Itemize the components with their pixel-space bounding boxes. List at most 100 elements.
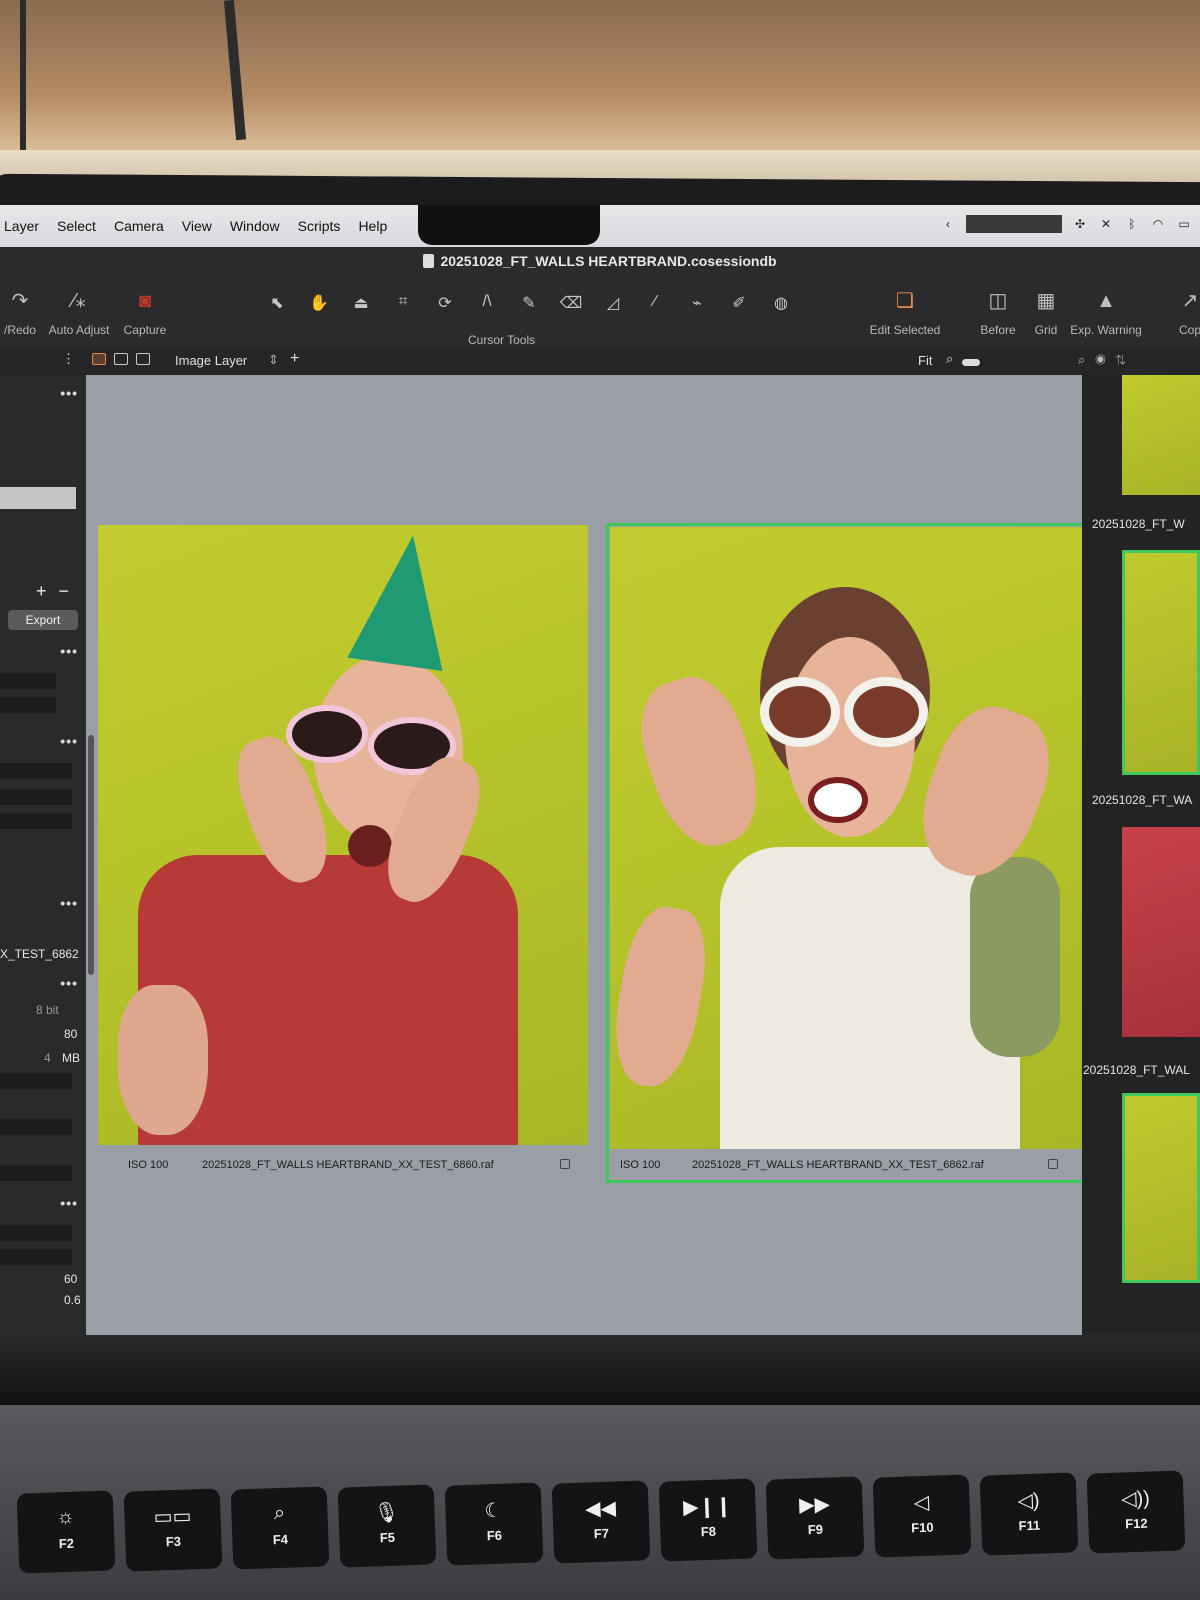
dropdown-row[interactable] bbox=[0, 813, 72, 829]
bit-depth-select[interactable]: 8 bit bbox=[36, 1003, 59, 1017]
dropdown-row[interactable] bbox=[0, 1073, 72, 1089]
key-f11[interactable]: ◁) F11 bbox=[979, 1472, 1079, 1556]
party-hat bbox=[347, 528, 461, 672]
annotate-tool-icon[interactable]: ✐ bbox=[722, 293, 756, 313]
mute-icon[interactable]: ✕ bbox=[1098, 217, 1114, 231]
thumbnail[interactable] bbox=[1122, 375, 1200, 495]
undo-redo-button[interactable]: ↷ /Redo bbox=[0, 289, 40, 337]
menu-help[interactable]: Help bbox=[349, 218, 396, 234]
grid-view-icon[interactable] bbox=[92, 353, 106, 365]
chevron-updown-icon[interactable]: ⇕ bbox=[268, 352, 279, 368]
key-f12[interactable]: ◁)) F12 bbox=[1086, 1470, 1186, 1554]
dropdown-row[interactable] bbox=[0, 1165, 72, 1181]
key-f6[interactable]: ☾ F6 bbox=[444, 1482, 544, 1566]
menu-window[interactable]: Window bbox=[221, 218, 289, 234]
brush-tool-icon[interactable]: ✎ bbox=[512, 293, 546, 313]
key-f10[interactable]: ◁ F10 bbox=[872, 1474, 972, 1558]
panel-menu-icon-6[interactable]: ••• bbox=[60, 1195, 78, 1211]
crop-tool-icon[interactable]: ⌗ bbox=[386, 293, 420, 313]
fast-forward-icon: ▶▶ bbox=[798, 1493, 831, 1517]
key-f3[interactable]: ▭▭ F3 bbox=[123, 1488, 223, 1572]
field-row[interactable] bbox=[0, 673, 56, 689]
select-checkbox[interactable] bbox=[1048, 1159, 1058, 1169]
picker-tool-icon[interactable]: ⁄ bbox=[638, 293, 672, 313]
select-tool-icon[interactable]: ⬉ bbox=[260, 293, 294, 313]
key-f2[interactable]: ☼ F2 bbox=[16, 1490, 116, 1574]
copy-button[interactable]: ↗ Cop bbox=[1170, 289, 1200, 337]
auto-adjust-button[interactable]: ⁄⁎ Auto Adjust bbox=[44, 289, 114, 337]
field-row[interactable] bbox=[0, 697, 56, 713]
stamp-tool-icon[interactable]: ⏏ bbox=[344, 293, 378, 313]
zoom-slider[interactable] bbox=[962, 359, 980, 366]
edit-selected-button[interactable]: ❏ Edit Selected bbox=[868, 289, 942, 337]
eye-view-icon[interactable] bbox=[136, 353, 150, 365]
eraser-tool-icon[interactable]: ⌫ bbox=[554, 293, 588, 313]
search-icon[interactable]: ⌕ bbox=[1078, 352, 1095, 367]
stacked-images-icon: ❏ bbox=[896, 290, 914, 312]
dropdown-row[interactable] bbox=[0, 1225, 72, 1241]
size-value: 4 bbox=[44, 1051, 51, 1065]
volume-down-icon: ◁) bbox=[1017, 1489, 1040, 1513]
menu-camera[interactable]: Camera bbox=[105, 218, 173, 234]
eye-icon[interactable]: ◉ bbox=[1095, 352, 1115, 367]
key-f5[interactable]: 🎙 F5 bbox=[337, 1484, 437, 1568]
dropdown-row[interactable] bbox=[0, 789, 72, 805]
rewind-icon: ◀◀ bbox=[584, 1497, 617, 1521]
thumbnail-filename: 20251028_FT_WA bbox=[1092, 793, 1193, 807]
dropdown-row[interactable] bbox=[0, 1119, 72, 1135]
play-pause-icon: ▶❙❙ bbox=[682, 1495, 733, 1519]
image-layer-select[interactable]: Image Layer bbox=[175, 353, 247, 368]
thumbnail[interactable] bbox=[1122, 827, 1200, 1037]
dropdown-row[interactable] bbox=[0, 1249, 72, 1265]
selected-row[interactable] bbox=[0, 487, 76, 509]
key-f7[interactable]: ◀◀ F7 bbox=[551, 1480, 651, 1564]
panel-menu-icon-5[interactable]: ••• bbox=[60, 975, 78, 991]
filename-fragment: X_TEST_6862 bbox=[0, 947, 79, 961]
single-view-icon[interactable] bbox=[114, 353, 128, 365]
dropdown-row[interactable] bbox=[0, 763, 72, 779]
exp-warning-label: Exp. Warning bbox=[1070, 323, 1142, 337]
bluetooth-icon[interactable]: ᛒ bbox=[1124, 217, 1140, 231]
menu-layer[interactable]: Layer bbox=[0, 218, 48, 234]
gradient-tool-icon[interactable]: ◿ bbox=[596, 293, 630, 313]
green-sleeve bbox=[970, 857, 1060, 1057]
chevron-left-icon[interactable]: ‹ bbox=[940, 217, 956, 231]
fit-label[interactable]: Fit bbox=[918, 353, 932, 368]
capture-button[interactable]: ◙ Capture bbox=[120, 289, 170, 337]
exposure-warning-button[interactable]: ▲ Exp. Warning bbox=[1068, 289, 1144, 337]
add-layer-icon[interactable]: + bbox=[290, 350, 299, 368]
grid-button[interactable]: ▦ Grid bbox=[1026, 289, 1066, 337]
moon-icon: ☾ bbox=[484, 1499, 503, 1523]
key-f4[interactable]: ⌕ F4 bbox=[230, 1486, 330, 1570]
wifi-icon[interactable]: ◠ bbox=[1150, 217, 1166, 231]
zoom-icon[interactable]: ⌕ bbox=[946, 351, 953, 367]
menu-select[interactable]: Select bbox=[48, 218, 105, 234]
menu-scripts[interactable]: Scripts bbox=[289, 218, 350, 234]
panel-menu-icon-2[interactable]: ••• bbox=[60, 643, 78, 659]
export-button[interactable]: Export bbox=[8, 610, 78, 630]
keystone-tool-icon[interactable]: /\ bbox=[470, 293, 504, 313]
thumbnail-selected[interactable] bbox=[1122, 1093, 1200, 1283]
menu-view[interactable]: View bbox=[173, 218, 221, 234]
left-panel-scrollbar[interactable] bbox=[88, 735, 94, 975]
before-button[interactable]: ◫ Before bbox=[974, 289, 1022, 337]
pan-tool-icon[interactable]: ✋ bbox=[302, 293, 336, 313]
eyedropper-tool-icon[interactable]: ⌁ bbox=[680, 293, 714, 313]
panel-menu-icon-3[interactable]: ••• bbox=[60, 733, 78, 749]
add-remove-buttons[interactable]: +− bbox=[36, 581, 81, 602]
select-checkbox[interactable] bbox=[560, 1159, 570, 1169]
photo-card-6862[interactable]: ISO 100 20251028_FT_WALLS HEARTBRAND_XX_… bbox=[606, 523, 1096, 1183]
panel-menu-icon-4[interactable]: ••• bbox=[60, 895, 78, 911]
battery-icon[interactable]: ▭ bbox=[1176, 217, 1192, 231]
document-icon bbox=[423, 254, 435, 268]
color-picker-icon[interactable]: ◍ bbox=[764, 293, 798, 313]
key-f9[interactable]: ▶▶ F9 bbox=[765, 1476, 865, 1560]
dropbox-icon[interactable]: ✣ bbox=[1072, 217, 1088, 231]
more-vertical-icon[interactable]: ⋮ bbox=[62, 351, 75, 367]
panel-menu-icon[interactable]: ••• bbox=[60, 385, 78, 401]
sort-icon[interactable]: ⇅ bbox=[1116, 352, 1136, 367]
key-f8[interactable]: ▶❙❙ F8 bbox=[658, 1478, 758, 1562]
thumbnail-selected[interactable] bbox=[1122, 550, 1200, 775]
rotate-tool-icon[interactable]: ⟳ bbox=[428, 293, 462, 313]
photo-card-6860[interactable]: ISO 100 20251028_FT_WALLS HEARTBRAND_XX_… bbox=[98, 525, 588, 1175]
